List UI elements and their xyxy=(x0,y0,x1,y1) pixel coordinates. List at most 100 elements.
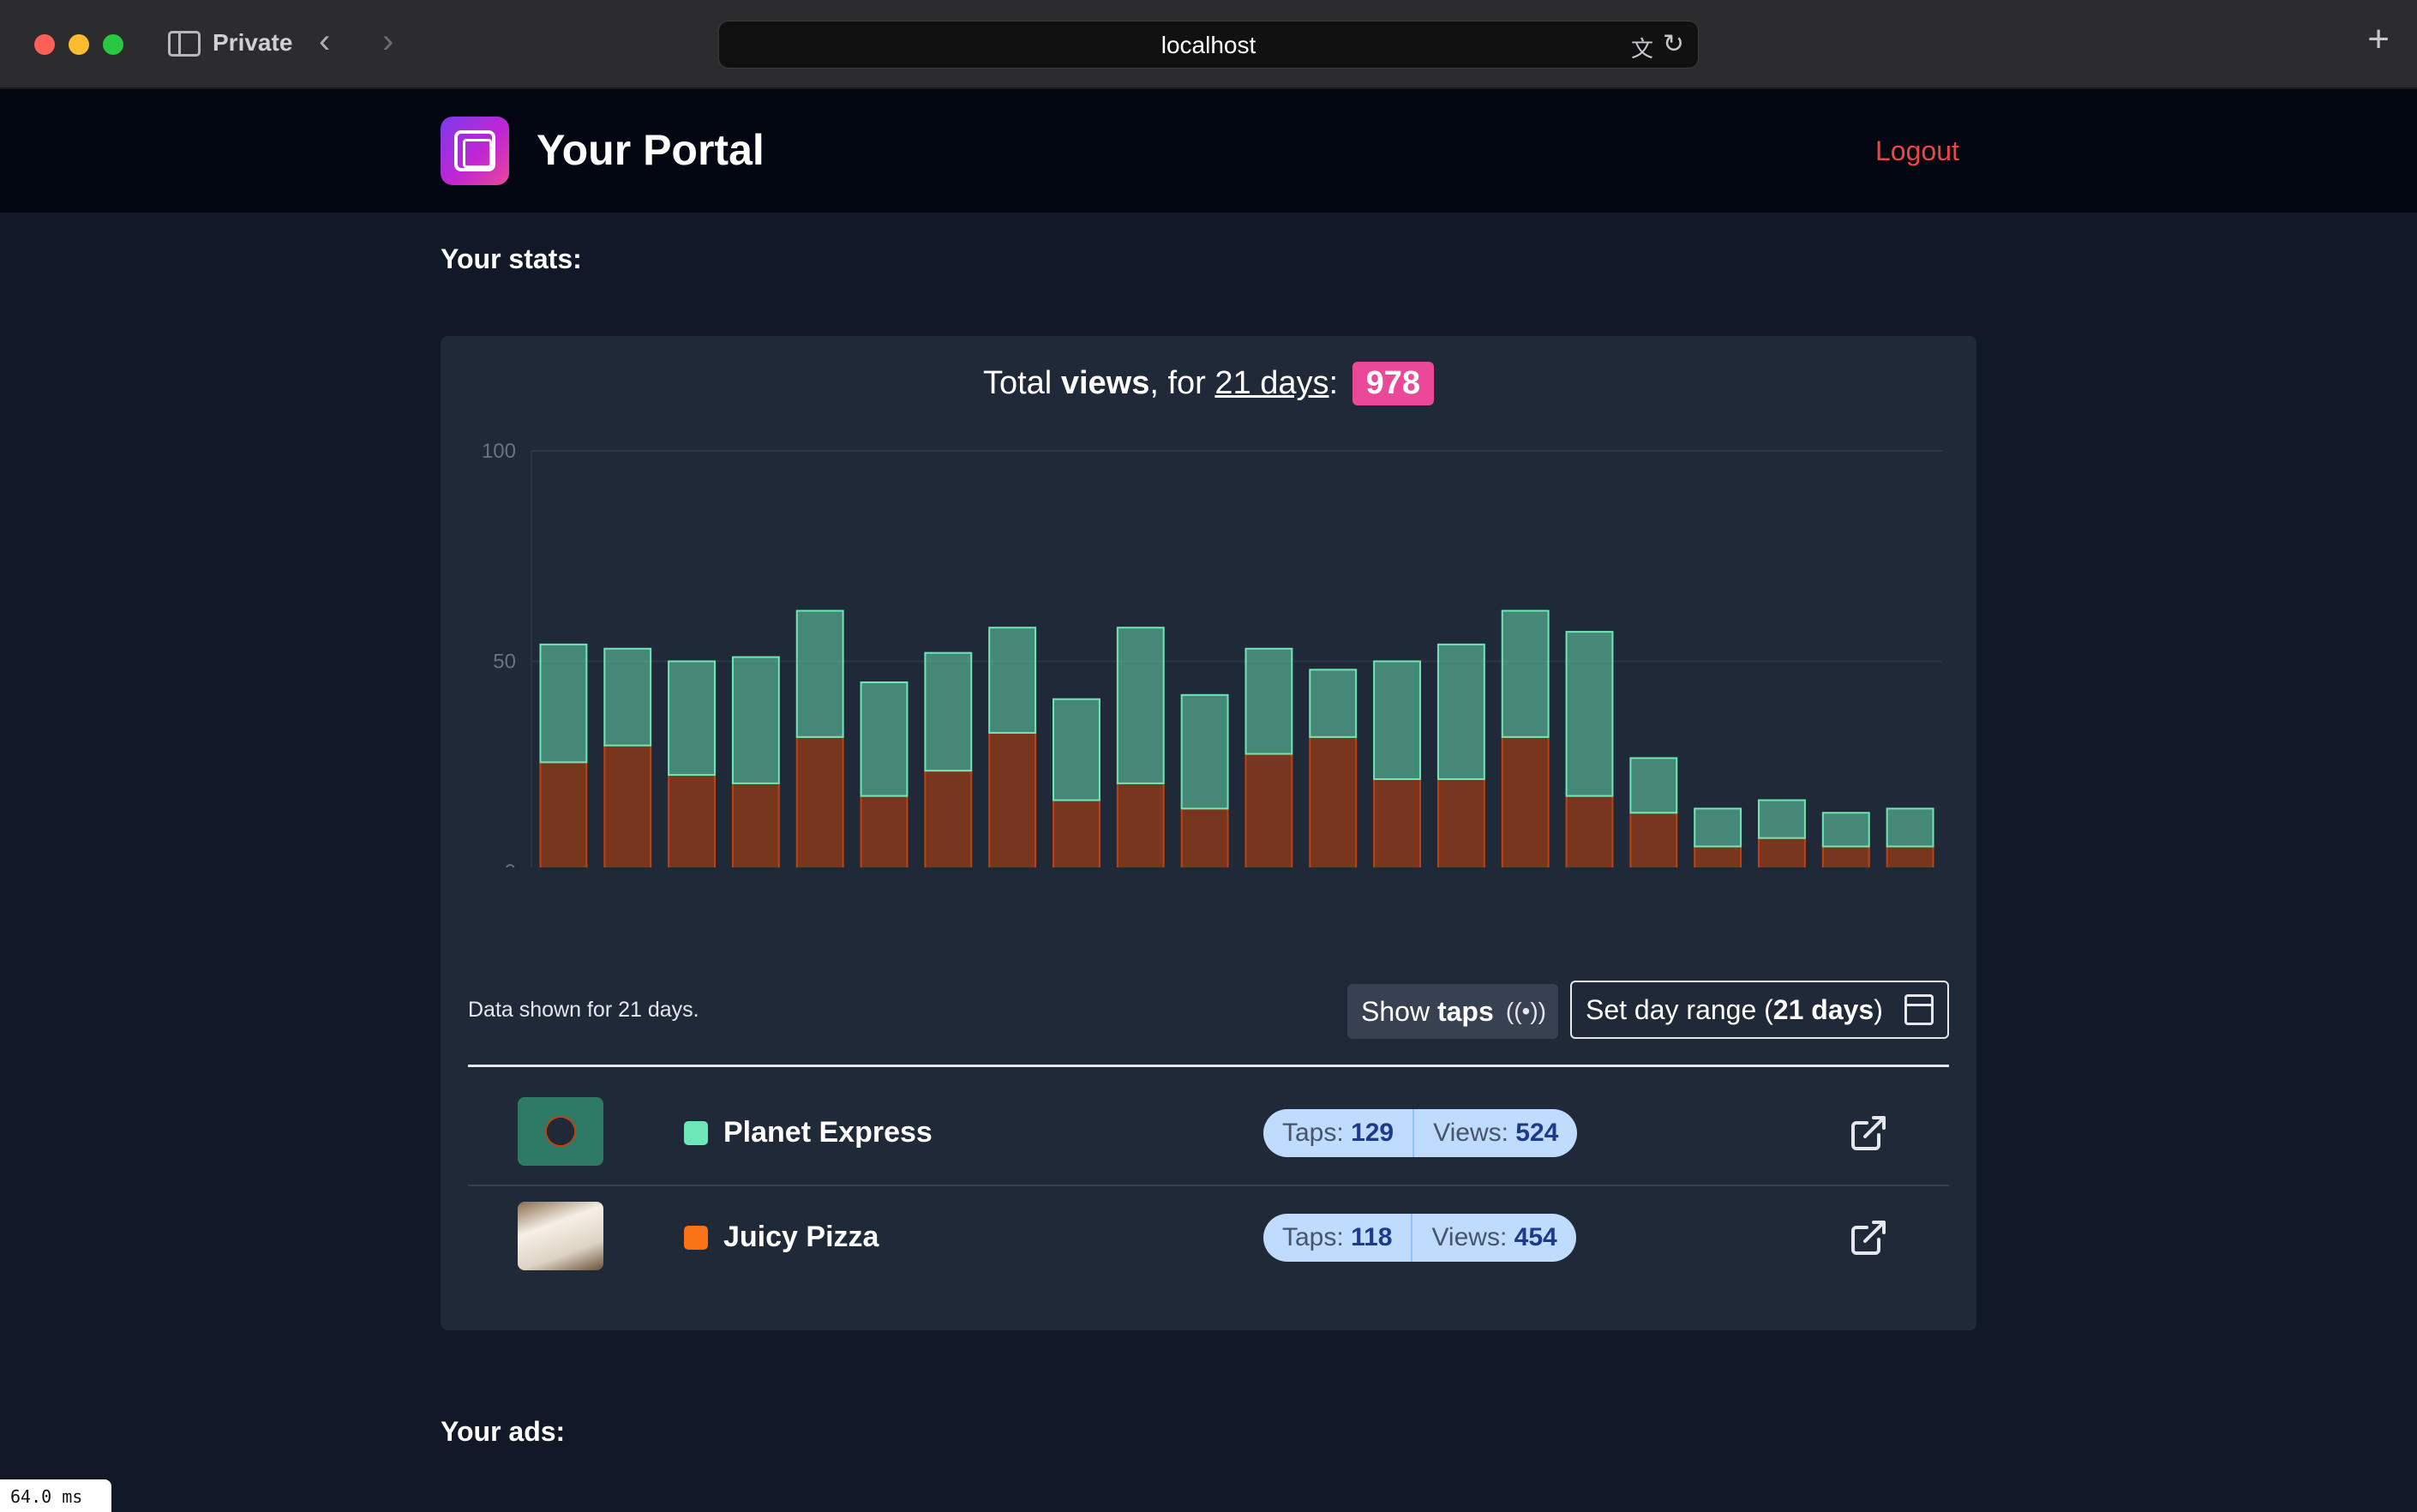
bar-planet-express[interactable] xyxy=(1501,609,1550,738)
logout-link[interactable]: Logout xyxy=(1875,135,1959,167)
taps-stat: Taps: 118 xyxy=(1263,1214,1411,1262)
views-label: Views: xyxy=(1431,1223,1508,1251)
show-taps-button[interactable]: Show taps ((•)) xyxy=(1347,984,1558,1039)
total-views-badge: 978 xyxy=(1352,362,1434,405)
ad-name: Juicy Pizza xyxy=(723,1221,879,1253)
bar-juicy-pizza[interactable] xyxy=(1180,807,1229,867)
bar-planet-express[interactable] xyxy=(1629,757,1678,814)
bar-juicy-pizza[interactable] xyxy=(924,770,973,867)
bar-juicy-pizza[interactable] xyxy=(1565,795,1614,867)
minimize-window-button[interactable] xyxy=(69,34,89,55)
taps-label: Taps: xyxy=(1282,1223,1344,1251)
bar-juicy-pizza[interactable] xyxy=(668,774,716,867)
bar-planet-express[interactable] xyxy=(795,609,844,738)
bar-planet-express[interactable] xyxy=(1886,807,1934,848)
browser-toolbar: Private ‹ › localhost 文 ↻ + xyxy=(0,0,2417,89)
bar-juicy-pizza[interactable] xyxy=(1116,782,1165,867)
views-stat: Views: 454 xyxy=(1411,1214,1575,1262)
taps-stat: Taps: 129 xyxy=(1263,1109,1412,1157)
back-arrow-icon[interactable]: ‹ xyxy=(319,24,330,58)
bar-juicy-pizza[interactable] xyxy=(603,744,652,867)
stats-heading: Total views, for 21 days: 978 xyxy=(441,362,1976,405)
bar-juicy-pizza[interactable] xyxy=(988,731,1037,867)
stats-section-title: Your stats: xyxy=(441,243,582,274)
ad-row: Planet Express Taps: 129 Views: 524 xyxy=(468,1082,1949,1185)
bar-planet-express[interactable] xyxy=(1694,807,1742,848)
heading-prefix: Total xyxy=(982,365,1061,401)
broadcast-icon: ((•)) xyxy=(1505,998,1546,1024)
heading-metric: views xyxy=(1060,365,1150,401)
new-tab-button[interactable]: + xyxy=(2367,21,2390,58)
ad-thumbnail-image xyxy=(518,1202,603,1270)
bar-planet-express[interactable] xyxy=(988,627,1037,734)
bar-planet-express[interactable] xyxy=(1821,812,1870,848)
bar-planet-express[interactable] xyxy=(668,660,716,777)
bar-juicy-pizza[interactable] xyxy=(1886,845,1934,867)
bar-planet-express[interactable] xyxy=(539,643,588,764)
bar-juicy-pizza[interactable] xyxy=(539,761,588,867)
set-day-range-button[interactable]: Set day range (21 days) xyxy=(1570,981,1949,1039)
y-tick-label: 50 xyxy=(493,651,516,674)
bar-planet-express[interactable] xyxy=(1309,669,1358,738)
ad-stats-pill: Taps: 129 Views: 524 xyxy=(1263,1109,1578,1157)
bar-planet-express[interactable] xyxy=(1180,693,1229,810)
bar-planet-express[interactable] xyxy=(1116,627,1165,784)
bar-juicy-pizza[interactable] xyxy=(1309,735,1358,867)
ad-row: Juicy Pizza Taps: 118 Views: 454 xyxy=(468,1185,1949,1287)
external-link-icon[interactable] xyxy=(1848,1217,1889,1258)
bar-planet-express[interactable] xyxy=(1053,698,1101,801)
app-header: Your Portal Logout xyxy=(0,89,2417,213)
views-chart: 05010025 Sep 2...26 Sep 2...27 Sep 2...2… xyxy=(441,422,1976,867)
taps-value: 118 xyxy=(1351,1223,1393,1251)
bar-juicy-pizza[interactable] xyxy=(1758,837,1806,867)
bar-juicy-pizza[interactable] xyxy=(731,782,780,867)
range-close: ) xyxy=(1874,994,1883,1025)
bar-juicy-pizza[interactable] xyxy=(1501,735,1550,867)
address-bar[interactable]: localhost 文 ↻ xyxy=(718,21,1699,69)
range-bold: 21 days xyxy=(1772,994,1874,1025)
views-value: 524 xyxy=(1515,1119,1559,1147)
bar-planet-express[interactable] xyxy=(1436,643,1485,780)
bar-juicy-pizza[interactable] xyxy=(1373,777,1421,867)
data-range-note: Data shown for 21 days. xyxy=(468,998,699,1022)
ad-name: Planet Express xyxy=(723,1116,933,1149)
close-window-button[interactable] xyxy=(34,34,55,55)
bar-planet-express[interactable] xyxy=(1244,647,1293,755)
bar-juicy-pizza[interactable] xyxy=(1244,753,1293,867)
render-timer: 64.0 ms xyxy=(0,1479,111,1512)
bar-planet-express[interactable] xyxy=(1565,631,1614,797)
reload-icon[interactable]: ↻ xyxy=(1663,29,1684,59)
bar-planet-express[interactable] xyxy=(924,651,973,772)
heading-mid: , for xyxy=(1149,365,1215,401)
private-mode-label: Private xyxy=(213,29,293,56)
divider xyxy=(468,1065,1949,1067)
bar-planet-express[interactable] xyxy=(1758,799,1806,839)
y-tick-label: 0 xyxy=(505,861,516,867)
bar-juicy-pizza[interactable] xyxy=(1821,845,1870,867)
ad-color-swatch xyxy=(684,1226,708,1250)
bar-juicy-pizza[interactable] xyxy=(795,735,844,867)
bar-juicy-pizza[interactable] xyxy=(1436,777,1485,867)
bar-planet-express[interactable] xyxy=(860,681,909,797)
bar-planet-express[interactable] xyxy=(731,656,780,784)
taps-label: Taps: xyxy=(1282,1119,1344,1147)
bar-juicy-pizza[interactable] xyxy=(1694,845,1742,867)
ad-thumbnail-image xyxy=(518,1097,603,1166)
bar-juicy-pizza[interactable] xyxy=(860,795,909,867)
external-link-icon[interactable] xyxy=(1848,1113,1889,1154)
views-chart-svg: 05010025 Sep 2...26 Sep 2...27 Sep 2...2… xyxy=(482,440,1942,867)
sidebar-toggle-icon[interactable] xyxy=(168,31,201,57)
bar-juicy-pizza[interactable] xyxy=(1629,812,1678,867)
stats-card: Total views, for 21 days: 978 05010025 S… xyxy=(441,336,1976,1330)
ad-stats-pill: Taps: 118 Views: 454 xyxy=(1263,1214,1576,1262)
forward-arrow-icon[interactable]: › xyxy=(382,24,393,58)
views-label: Views: xyxy=(1433,1119,1508,1147)
translate-icon[interactable]: 文 xyxy=(1631,32,1653,63)
bar-planet-express[interactable] xyxy=(603,647,652,747)
maximize-window-button[interactable] xyxy=(103,34,123,55)
bar-planet-express[interactable] xyxy=(1373,660,1421,780)
bar-juicy-pizza[interactable] xyxy=(1053,799,1101,867)
url-text: localhost xyxy=(1161,32,1256,58)
views-value: 454 xyxy=(1514,1223,1557,1251)
heading-range-link[interactable]: 21 days xyxy=(1214,365,1328,401)
